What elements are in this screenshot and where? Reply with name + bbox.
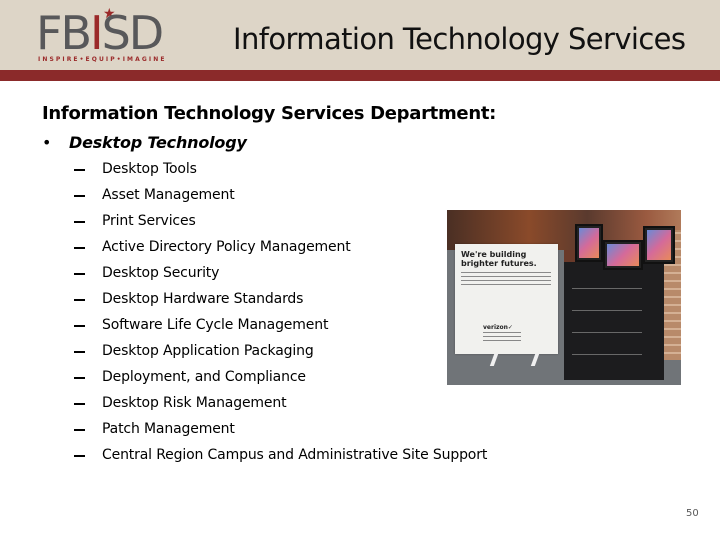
- photo-verizon-banner: We're building brighter futures. verizon…: [455, 244, 558, 354]
- list-item-text: Asset Management: [102, 187, 235, 203]
- list-item-text: Deployment, and Compliance: [102, 369, 306, 385]
- list-item-text: Central Region Campus and Administrative…: [102, 447, 488, 463]
- logo-wordmark: FBISD: [36, 10, 164, 56]
- banner-subtext: [483, 332, 521, 344]
- tablet-icon: [575, 224, 603, 262]
- banner-body-text: [461, 272, 551, 286]
- list-item-text: Desktop Application Packaging: [102, 343, 314, 359]
- page-number: 50: [686, 508, 699, 519]
- bullet-icon: •: [42, 133, 52, 152]
- list-item-text: Patch Management: [102, 421, 235, 437]
- logo-letter-accent: I: [90, 6, 104, 60]
- logo-letters-left: FB: [36, 6, 92, 60]
- logo-tagline: INSPIRE•EQUIP•IMAGINE: [38, 56, 167, 63]
- section-heading: Information Technology Services Departme…: [42, 103, 497, 124]
- tablet-icon: [603, 240, 643, 270]
- slide-title: Information Technology Services: [233, 22, 686, 56]
- list-item-text: Desktop Security: [102, 265, 220, 281]
- list-item-text: Desktop Risk Management: [102, 395, 287, 411]
- bullet-label: Desktop Technology: [69, 133, 247, 152]
- banner-headline: We're building brighter futures.: [461, 250, 537, 268]
- list-item-text: Desktop Hardware Standards: [102, 291, 304, 307]
- header-accent-bar: [0, 70, 720, 81]
- tablet-icon: [643, 226, 675, 264]
- fbisd-logo: ★ FBISD INSPIRE•EQUIP•IMAGINE: [36, 6, 168, 66]
- logo-letters-right: SD: [101, 6, 165, 60]
- cart-cables: [572, 278, 642, 358]
- list-item-text: Software Life Cycle Management: [102, 317, 329, 333]
- list-item-text: Print Services: [102, 213, 196, 229]
- list-item-text: Desktop Tools: [102, 161, 197, 177]
- banner-brand: verizon✓: [483, 324, 513, 331]
- slide-header: ★ FBISD INSPIRE•EQUIP•IMAGINE Informatio…: [0, 0, 720, 70]
- photo-ipad-cart-display: We're building brighter futures. verizon…: [447, 210, 681, 385]
- list-item-text: Active Directory Policy Management: [102, 239, 351, 255]
